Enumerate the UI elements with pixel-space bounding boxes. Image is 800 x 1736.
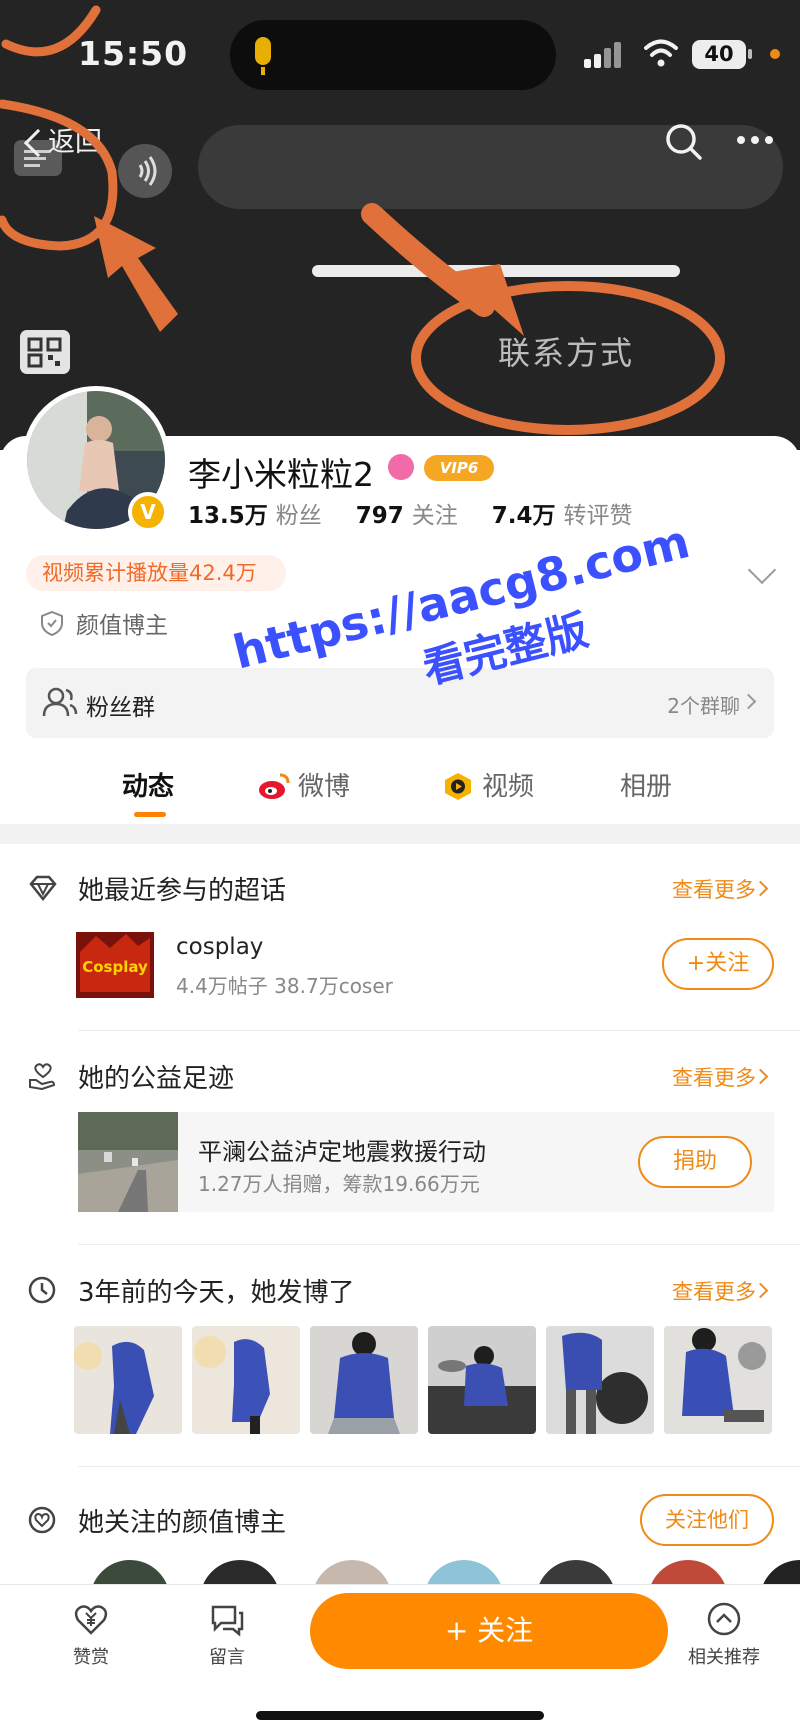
charity-event-name: 平澜公益泸定地震救援行动 <box>198 1138 486 1166</box>
charity-hand-icon <box>29 1063 56 1090</box>
memories-photo-strip <box>74 1326 774 1434</box>
fan-group-label: 粉丝群 <box>86 695 155 721</box>
memory-photo[interactable] <box>664 1326 772 1434</box>
cellular-signal-icon <box>584 42 628 68</box>
blogger-avatar[interactable] <box>648 1560 728 1584</box>
home-indicator <box>256 1711 544 1720</box>
active-tab-indicator <box>134 812 166 817</box>
memory-photo[interactable] <box>74 1326 182 1434</box>
status-bar: 15:50 40 <box>0 0 800 100</box>
fan-group-count: 2个群聊 <box>667 694 740 718</box>
contact-info-link[interactable]: 联系方式 <box>498 328 634 374</box>
status-time: 15:50 <box>78 34 189 73</box>
charity-header: 她的公益足迹 查看更多 <box>0 1056 800 1096</box>
blogger-avatar[interactable] <box>536 1560 616 1584</box>
memory-photo[interactable] <box>428 1326 536 1434</box>
tab-posts[interactable]: 动态 <box>122 766 174 803</box>
video-play-count-badge: 视频累计播放量42.4万 <box>26 555 286 591</box>
diamond-icon <box>29 875 57 902</box>
charity-event-meta: 1.27万人捐赠，筹款19.66万元 <box>198 1172 480 1196</box>
weibo-icon <box>259 773 290 799</box>
blogger-avatar[interactable] <box>90 1560 170 1584</box>
tab-weibo-label: 微博 <box>298 772 351 802</box>
reward-icon <box>74 1605 108 1635</box>
separator <box>78 1466 800 1467</box>
reward-label: 赞赏 <box>73 1647 109 1668</box>
vip-badge[interactable]: VIP6 <box>424 455 494 481</box>
profile-stats: 13.5万 粉丝 797 关注 7.4万 转评赞 <box>188 496 667 530</box>
group-users-icon <box>42 687 78 717</box>
battery-tip <box>748 49 752 59</box>
separator <box>78 1030 800 1031</box>
charity-more-link[interactable]: 查看更多 <box>672 1062 756 1092</box>
super-topics-header: 她最近参与的超话 查看更多 <box>0 868 800 908</box>
tab-videos[interactable]: 视频 <box>442 766 534 803</box>
message-icon <box>211 1605 244 1637</box>
memories-header: 3年前的今天，她发博了 查看更多 <box>0 1270 800 1310</box>
memory-photo[interactable] <box>546 1326 654 1434</box>
tab-album[interactable]: 相册 <box>620 766 672 803</box>
svg-text:Cosplay: Cosplay <box>82 958 148 976</box>
super-topics-more-link[interactable]: 查看更多 <box>672 874 756 904</box>
charity-thumbnail <box>78 1112 178 1212</box>
related-recommend-button[interactable]: 相关推荐 <box>676 1601 772 1669</box>
related-recommend-label: 相关推荐 <box>688 1647 760 1668</box>
follow-them-button[interactable]: 关注他们 <box>640 1494 774 1546</box>
memories-more-link[interactable]: 查看更多 <box>672 1276 756 1306</box>
search-icon[interactable] <box>660 118 710 168</box>
follow-topic-button[interactable]: +关注 <box>662 938 774 990</box>
blogger-avatar-row <box>0 1560 800 1584</box>
back-button[interactable]: 返回 <box>20 118 120 168</box>
profile-tabs: 动态 微博 视频 相册 <box>0 754 800 824</box>
profile-banner: 15:50 40 返回 联系方式 <box>0 0 800 450</box>
separator <box>78 1244 800 1245</box>
stat-reposts-likes[interactable]: 7.4万 转评赞 <box>492 503 667 529</box>
blogger-avatar[interactable] <box>424 1560 504 1584</box>
tab-weibo[interactable]: 微博 <box>258 766 350 803</box>
memories-title: 3年前的今天，她发博了 <box>78 1278 355 1308</box>
audio-icon[interactable] <box>118 144 172 198</box>
qr-code-icon[interactable] <box>20 330 70 374</box>
message-label: 留言 <box>209 1647 245 1668</box>
charity-title: 她的公益足迹 <box>78 1064 235 1094</box>
stat-followers[interactable]: 13.5万 粉丝 <box>188 503 356 529</box>
memory-photo[interactable] <box>192 1326 300 1434</box>
charity-card[interactable]: 平澜公益泸定地震救援行动 1.27万人捐赠，筹款19.66万元 捐助 <box>78 1112 774 1212</box>
reward-button[interactable]: 赞赏 <box>46 1601 136 1669</box>
banner-bar <box>312 265 680 277</box>
blogger-avatar[interactable] <box>200 1560 280 1584</box>
verified-badge-icon: V <box>128 492 168 532</box>
topic-meta: 4.4万帖子 38.7万coser <box>176 974 393 998</box>
section-divider <box>0 824 800 844</box>
donate-button[interactable]: 捐助 <box>638 1136 752 1188</box>
creator-badge-icon[interactable] <box>388 454 414 480</box>
bottom-action-bar: 赞赏 留言 + 关注 相关推荐 <box>0 1584 800 1736</box>
video-icon <box>445 773 471 800</box>
battery-indicator: 40 <box>692 40 746 69</box>
clock-icon <box>28 1276 56 1304</box>
topic-name[interactable]: cosplay <box>176 934 263 960</box>
followed-bloggers-title: 她关注的颜值博主 <box>78 1508 287 1538</box>
stat-following[interactable]: 797 关注 <box>356 503 492 529</box>
profile-tag: 颜值博主 <box>76 613 168 639</box>
blogger-avatar[interactable] <box>312 1560 392 1584</box>
message-button[interactable]: 留言 <box>182 1601 272 1669</box>
topic-thumbnail[interactable]: Cosplay <box>76 932 154 998</box>
follow-button[interactable]: + 关注 <box>310 1593 668 1669</box>
more-options-icon[interactable] <box>725 118 785 168</box>
chevron-right-icon <box>740 693 757 710</box>
memory-photo[interactable] <box>310 1326 418 1434</box>
heart-circle-icon <box>28 1506 56 1534</box>
fan-group-entry[interactable]: 粉丝群 2个群聊 <box>26 668 774 738</box>
super-topics-title: 她最近参与的超话 <box>78 876 287 906</box>
wifi-icon <box>644 39 678 67</box>
chevron-up-circle-icon <box>707 1602 741 1636</box>
tab-videos-label: 视频 <box>482 772 535 802</box>
blogger-avatar[interactable] <box>760 1560 800 1584</box>
microphone-icon <box>255 37 271 75</box>
dynamic-island <box>230 20 556 90</box>
privacy-indicator-dot <box>770 49 780 59</box>
profile-name: 李小米粒粒2 <box>188 455 374 494</box>
